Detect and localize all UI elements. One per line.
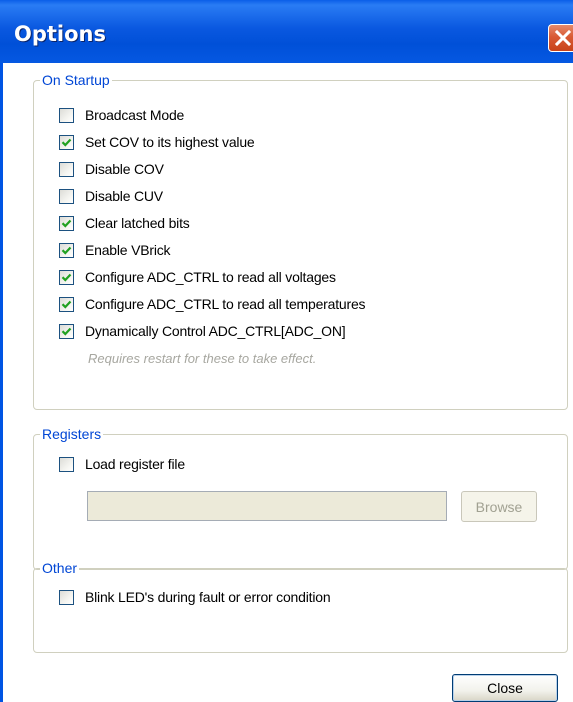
blink-led-checkbox[interactable]: Blink LED's during fault or error condit… bbox=[59, 588, 331, 606]
checkbox-label: Configure ADC_CTRL to read all voltages bbox=[85, 269, 336, 285]
checkbox-box[interactable] bbox=[59, 456, 74, 472]
dynamic-adc-on-checkbox[interactable]: Dynamically Control ADC_CTRL[ADC_ON] bbox=[59, 322, 346, 340]
disable-cuv-checkbox[interactable]: Disable CUV bbox=[59, 187, 163, 205]
restart-hint: Requires restart for these to take effec… bbox=[88, 351, 317, 366]
checkbox-box[interactable] bbox=[59, 323, 74, 339]
clear-latched-bits-checkbox[interactable]: Clear latched bits bbox=[59, 214, 190, 232]
checkbox-box[interactable] bbox=[59, 161, 74, 177]
enable-vbrick-checkbox[interactable]: Enable VBrick bbox=[59, 241, 171, 259]
on-startup-legend: On Startup bbox=[40, 72, 112, 88]
checkbox-label: Set COV to its highest value bbox=[85, 134, 255, 150]
browse-button[interactable]: Browse bbox=[461, 491, 537, 522]
broadcast-mode-checkbox[interactable]: Broadcast Mode bbox=[59, 106, 184, 124]
checkbox-label: Clear latched bits bbox=[85, 215, 190, 231]
other-group: Other bbox=[33, 560, 568, 653]
adc-read-temperatures-checkbox[interactable]: Configure ADC_CTRL to read all temperatu… bbox=[59, 295, 366, 313]
checkbox-label: Disable CUV bbox=[85, 188, 163, 204]
checkbox-box[interactable] bbox=[59, 215, 74, 231]
registers-legend: Registers bbox=[40, 426, 104, 442]
checkbox-box[interactable] bbox=[59, 107, 74, 123]
checkbox-label: Dynamically Control ADC_CTRL[ADC_ON] bbox=[85, 323, 346, 339]
checkbox-box[interactable] bbox=[59, 242, 74, 258]
other-legend: Other bbox=[40, 560, 80, 576]
checkbox-box[interactable] bbox=[59, 188, 74, 204]
checkbox-label: Disable COV bbox=[85, 161, 164, 177]
close-button[interactable]: Close bbox=[452, 674, 558, 702]
checkbox-box[interactable] bbox=[59, 134, 74, 150]
checkbox-label: Broadcast Mode bbox=[85, 107, 185, 123]
checkbox-label: Configure ADC_CTRL to read all temperatu… bbox=[85, 296, 366, 312]
adc-read-voltages-checkbox[interactable]: Configure ADC_CTRL to read all voltages bbox=[59, 268, 336, 286]
title-bar[interactable]: Options bbox=[0, 0, 573, 63]
checkbox-label: Blink LED's during fault or error condit… bbox=[85, 589, 331, 605]
checkbox-label: Enable VBrick bbox=[85, 242, 171, 258]
checkbox-label: Load register file bbox=[85, 456, 185, 472]
set-cov-highest-checkbox[interactable]: Set COV to its highest value bbox=[59, 133, 255, 151]
checkbox-box[interactable] bbox=[59, 589, 74, 605]
check-mark-icon bbox=[61, 138, 72, 147]
disable-cov-checkbox[interactable]: Disable COV bbox=[59, 160, 164, 178]
register-file-path-input[interactable] bbox=[87, 491, 447, 521]
check-mark-icon bbox=[61, 246, 72, 255]
window-title: Options bbox=[14, 22, 106, 46]
check-mark-icon bbox=[61, 327, 72, 336]
check-mark-icon bbox=[61, 300, 72, 309]
check-mark-icon bbox=[61, 273, 72, 282]
window-close-button[interactable] bbox=[548, 24, 573, 52]
load-register-file-checkbox[interactable]: Load register file bbox=[59, 455, 185, 473]
dialog-client-area: On Startup Broadcast Mode Set COV to its… bbox=[3, 63, 573, 702]
options-dialog: Options On Startup Broadcast Mode Set CO… bbox=[0, 0, 573, 702]
check-mark-icon bbox=[61, 219, 72, 228]
checkbox-box[interactable] bbox=[59, 296, 74, 312]
close-icon bbox=[554, 29, 572, 47]
checkbox-box[interactable] bbox=[59, 269, 74, 285]
